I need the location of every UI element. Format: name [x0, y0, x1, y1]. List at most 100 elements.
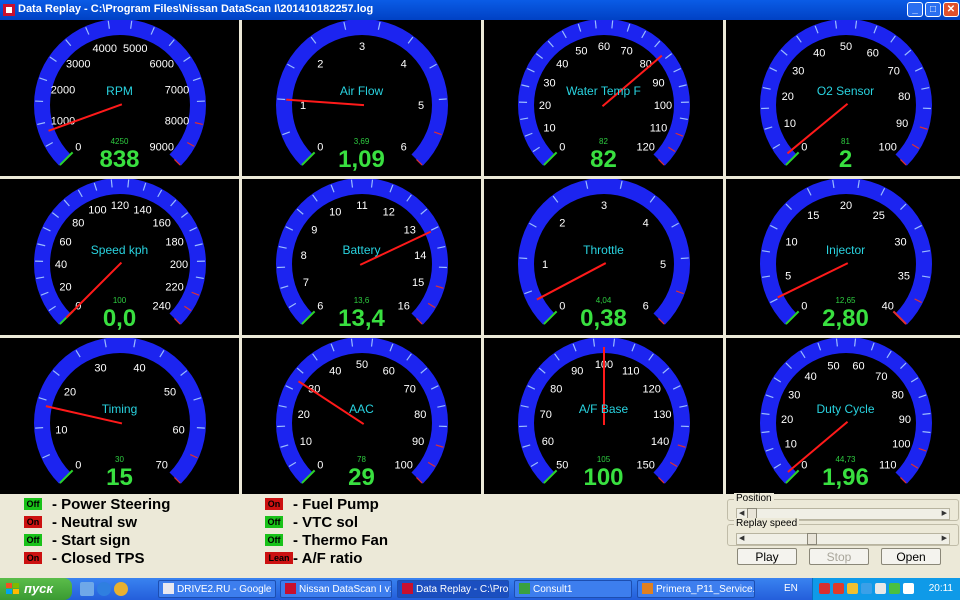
close-button[interactable]: ✕ — [943, 2, 959, 17]
indicator-state-badge: On — [24, 552, 42, 564]
gauge-peak-value: 105 — [596, 455, 611, 464]
gauge-current-value: 838 — [99, 146, 140, 173]
gauge-current-value: 13,4 — [338, 305, 385, 332]
gauge-tick-label: 15 — [807, 210, 819, 222]
play-button[interactable]: Play — [737, 548, 797, 565]
gauge-battery: 6 7 8 9 10 11 12 13 14 15 16 Battery 13,6 13,4 — [242, 179, 481, 335]
gauge-tick-label: 10 — [329, 206, 341, 218]
system-tray: 20:11 — [812, 578, 960, 600]
gauge-name: O2 Sensor — [816, 84, 875, 98]
gauge-peak-value: 81 — [841, 137, 850, 146]
gauge-current-value: 29 — [348, 464, 375, 491]
gauge-tick-label: 110 — [650, 123, 668, 135]
gauge-current-value: 0,0 — [102, 305, 137, 332]
gauge-speed-kph: 020406080100120140160180200220240Speed k… — [0, 179, 239, 335]
stop-button[interactable]: Stop — [809, 548, 869, 565]
gauge-a-f-base: 5060708090100110120130140150A/F Base1051… — [484, 338, 723, 494]
security-tray-icon[interactable] — [889, 583, 900, 594]
gauge-tick-label: 60 — [867, 47, 879, 59]
start-button[interactable]: пуск — [0, 578, 72, 600]
gauge-tick — [611, 20, 614, 29]
slider-right-arrow-icon[interactable]: ▶ — [942, 509, 947, 519]
antivirus-tray-icon[interactable] — [833, 583, 844, 594]
slider-right-arrow-icon[interactable]: ▶ — [942, 534, 947, 544]
task-app-icon — [402, 583, 413, 594]
task-label: DRIVE2.RU - Google ... — [177, 584, 276, 595]
indicator-label: - Neutral sw — [52, 514, 138, 531]
replay-speed-slider[interactable]: ◀ ▶ — [736, 533, 950, 545]
gauge-peak-value: 4250 — [110, 137, 129, 146]
gauge-tick-label: 140 — [651, 436, 669, 448]
gauge-timing: 0 10 20 30 40 50 60 70 Timing 30 15 — [0, 338, 239, 494]
maximize-button[interactable]: □ — [925, 2, 941, 17]
indicator-power-steering: Off - Power Steering — [24, 496, 254, 513]
gauge-tick-label: 140 — [133, 204, 151, 216]
gauge-name: Water Temp F — [566, 84, 641, 98]
app-icon — [3, 4, 15, 16]
taskbar-task[interactable]: Consult1 — [514, 580, 632, 598]
indicator-state-badge: On — [24, 516, 42, 528]
taskbar: пуск DRIVE2.RU - Google ... Nissan DataSc… — [0, 578, 960, 600]
gauge-tick-label: 40 — [133, 362, 145, 374]
slider-left-arrow-icon[interactable]: ◀ — [739, 534, 744, 544]
gauge-tick-label: 4 — [401, 58, 407, 70]
gauge-tick-label: 40 — [329, 365, 341, 377]
gauge-tick-label: 35 — [898, 271, 910, 283]
gauge-tick-label: 5 — [660, 259, 666, 271]
start-label: пуск — [24, 581, 53, 596]
gauge-tick-label: 3 — [359, 41, 365, 53]
internet-explorer-icon[interactable] — [97, 582, 111, 596]
indicator-state-badge: Off — [24, 534, 42, 546]
gauge-tick-label: 90 — [896, 118, 908, 130]
gauge-tick — [110, 179, 113, 188]
gauge-tick-label: 7 — [303, 277, 309, 289]
gauge-tick-label: 80 — [550, 383, 562, 395]
display-tray-icon[interactable] — [903, 583, 914, 594]
replay-speed-thumb[interactable] — [807, 533, 818, 545]
gauge-tick-label: 6000 — [149, 58, 173, 70]
gauge-tick-label: 70 — [875, 371, 887, 383]
gauge-tick-label: 120 — [643, 383, 661, 395]
indicator-state-badge: On — [265, 498, 283, 510]
indicator-start-sign: Off - Start sign — [24, 532, 254, 549]
gauge-tick-label: 30 — [94, 362, 106, 374]
gauge-tick-label: 5000 — [123, 43, 147, 55]
gauge-tick-label: 160 — [153, 217, 171, 229]
gauge-tick-label: 2 — [559, 217, 565, 229]
gauge-tick — [519, 257, 528, 260]
update-tray-icon[interactable] — [861, 583, 872, 594]
gauge-peak-value: 44,73 — [835, 455, 856, 464]
language-indicator[interactable]: EN — [784, 578, 798, 600]
gauge-tick-label: 110 — [622, 365, 640, 377]
minimize-button[interactable]: _ — [907, 2, 923, 17]
gauge-tick-label: 3000 — [66, 58, 90, 70]
indicator-fuel-pump: On - Fuel Pump — [265, 496, 495, 513]
gauge-tick-label: 50 — [827, 360, 839, 372]
gauge-air-flow: 0 1 2 3 4 5 6 Air Flow 3,69 1,09 — [242, 20, 481, 176]
pdf-tray-icon[interactable] — [819, 583, 830, 594]
media-player-icon[interactable] — [114, 582, 128, 596]
taskbar-task[interactable]: DRIVE2.RU - Google ... — [158, 580, 276, 598]
indicator-label: - Start sign — [52, 532, 131, 549]
taskbar-task[interactable]: Nissan DataScan I v1... — [280, 580, 392, 598]
indicator-a-f-ratio: Lean - A/F ratio — [265, 550, 495, 567]
indicator-label: - Closed TPS — [52, 550, 145, 567]
gauge-tick-label: 70 — [888, 65, 900, 77]
open-button[interactable]: Open — [881, 548, 941, 565]
gauge-tick-label: 40 — [556, 58, 568, 70]
taskbar-task[interactable]: Primera_P11_Service... — [637, 580, 755, 598]
volume-tray-icon[interactable] — [875, 583, 886, 594]
gauge-name: Injector — [825, 243, 866, 257]
gauge-tick — [127, 179, 130, 188]
network-tray-icon[interactable] — [847, 583, 858, 594]
taskbar-task[interactable]: Data Replay - C:\Pro... — [397, 580, 509, 598]
gauge-water-temp-f: 0 10 20 30 40 50 60 70 80 90 100 110 120 Water Temp F… — [484, 20, 723, 176]
gauge-current-value: 1,09 — [338, 146, 385, 173]
gauge-current-value: 1,96 — [822, 464, 869, 491]
window-titlebar[interactable]: Data Replay - C:\Program Files\Nissan Da… — [0, 0, 960, 20]
show-desktop-icon[interactable] — [80, 582, 94, 596]
gauge-tick-label: 200 — [170, 259, 188, 271]
gauge-tick — [438, 98, 447, 101]
gauge-aac: 0 10 20 30 40 50 60 70 80 90 100 AAC 78 29 — [242, 338, 481, 494]
gauge-name: Duty Cycle — [816, 402, 875, 416]
